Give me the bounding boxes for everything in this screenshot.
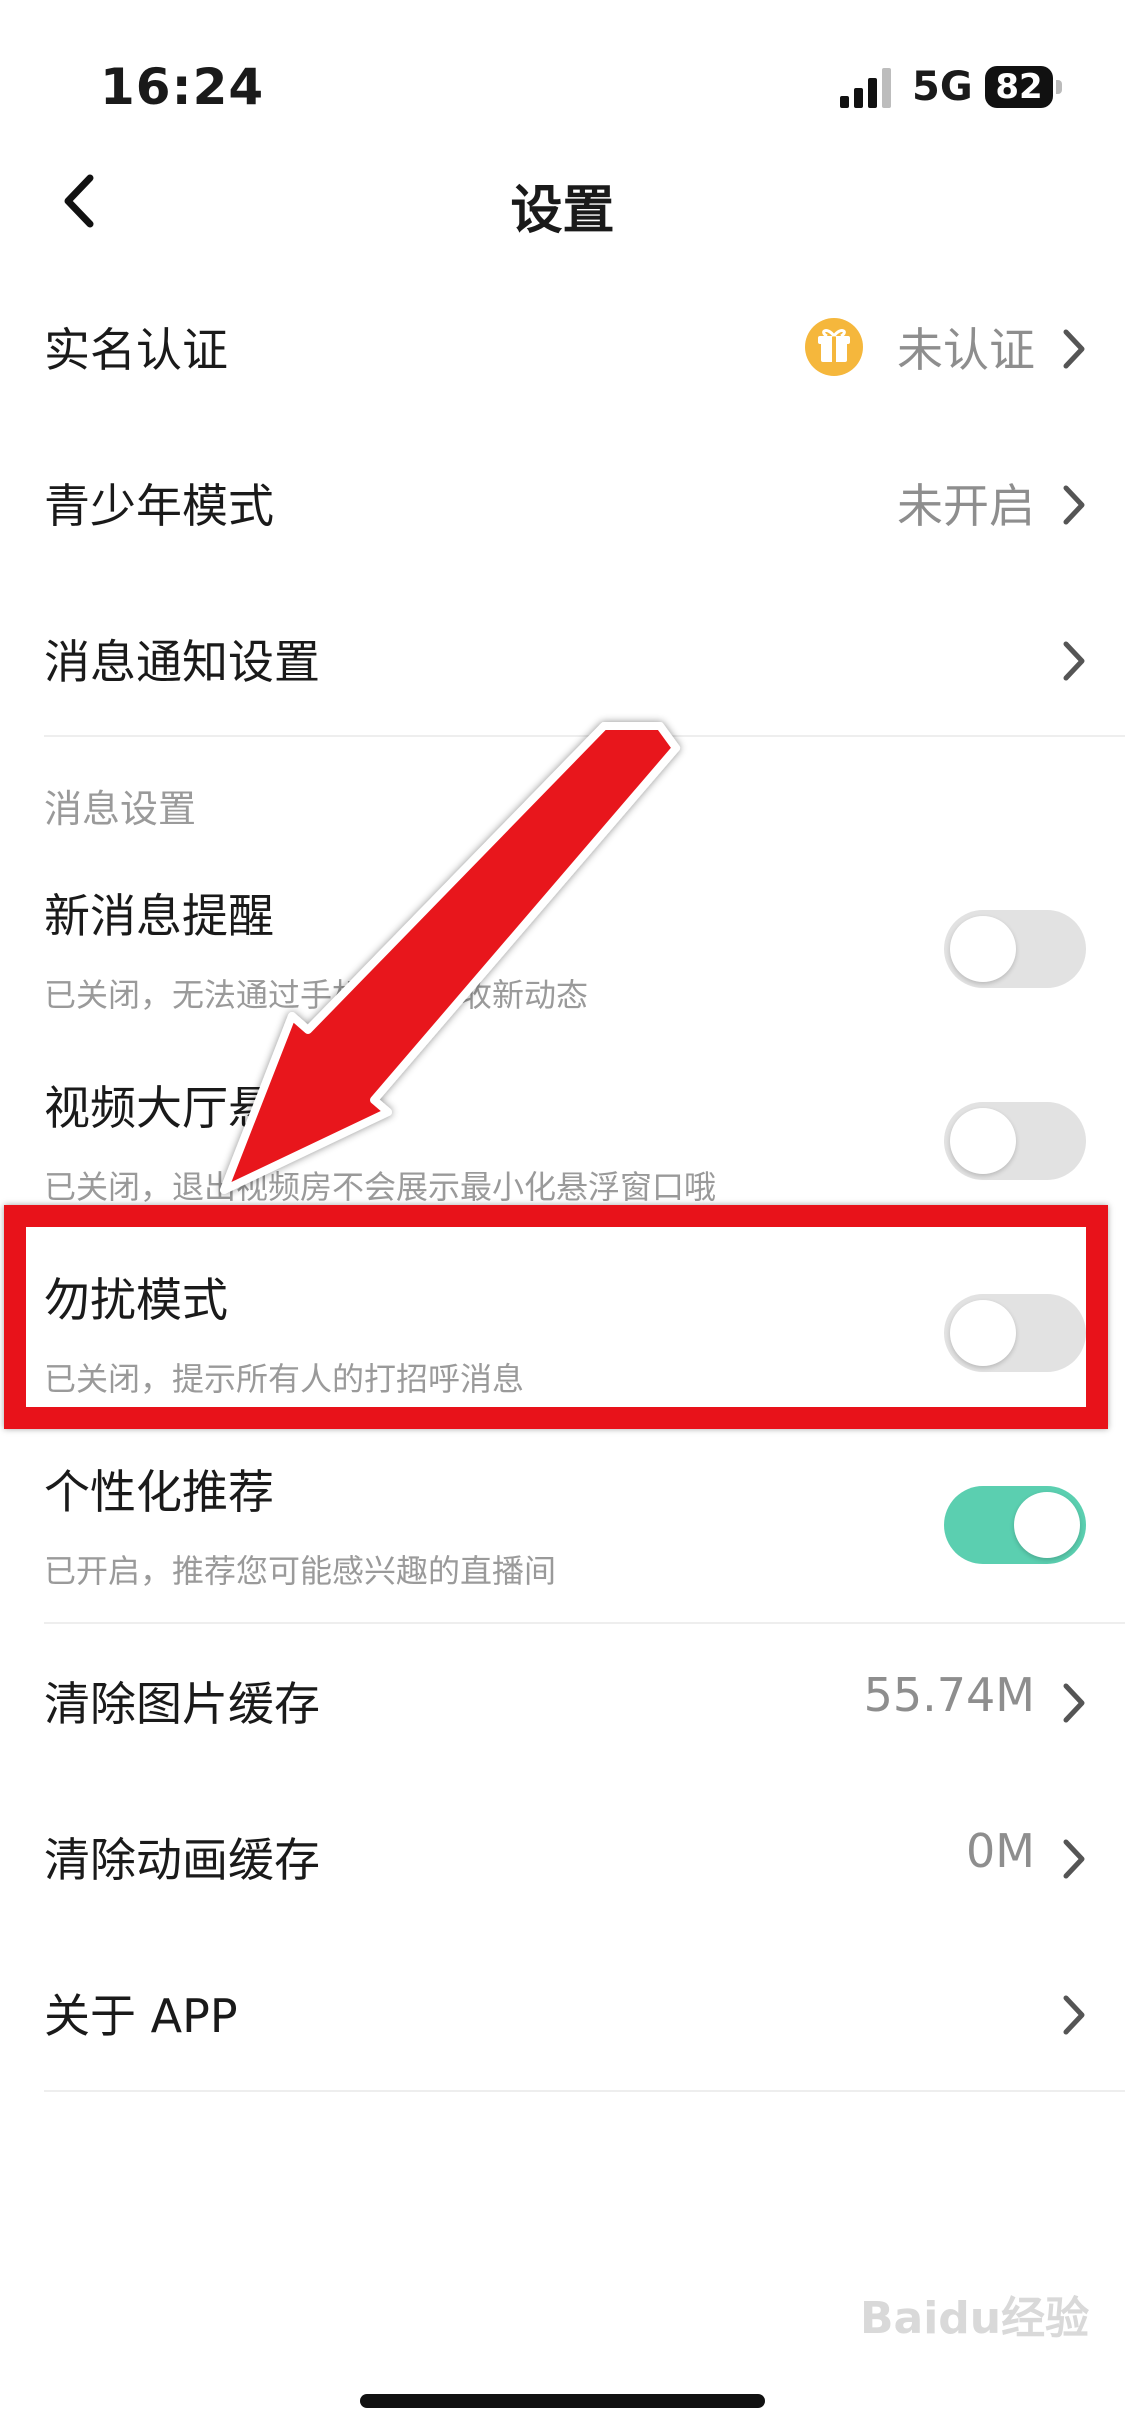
personalized-recommend-item: 个性化推荐 已开启，推荐您可能感兴趣的直播间	[0, 1446, 1125, 1606]
clear-image-cache-row[interactable]: 清除图片缓存 55.74M	[0, 1644, 1125, 1759]
chevron-right-icon	[1063, 1995, 1085, 2035]
chevron-right-icon	[1063, 485, 1085, 525]
network-type: 5G	[912, 64, 973, 110]
about-app-row[interactable]: 关于 APP	[0, 1956, 1125, 2071]
gift-icon	[805, 318, 863, 376]
notification-settings-row[interactable]: 消息通知设置	[0, 602, 1125, 717]
new-message-alert-item: 新消息提醒 已关闭，无法通过手机通知接收新动态	[0, 870, 1125, 1030]
clear-animation-cache-label: 清除动画缓存	[44, 1833, 320, 1887]
battery-level: 82	[985, 66, 1053, 108]
real-name-label: 实名认证	[44, 323, 228, 377]
chevron-right-icon	[1063, 641, 1085, 681]
setting-label: 视频大厅悬浮窗	[44, 1081, 366, 1135]
divider	[44, 1622, 1125, 1624]
cellular-signal-icon	[840, 68, 891, 108]
watermark: Baidu经验	[860, 2293, 1090, 2344]
teen-mode-label: 青少年模式	[44, 479, 274, 533]
clear-image-cache-label: 清除图片缓存	[44, 1677, 320, 1731]
chevron-left-icon[interactable]	[52, 166, 112, 236]
real-name-status: 未认证	[897, 323, 1035, 377]
about-app-label: 关于 APP	[44, 1989, 238, 2043]
real-name-row[interactable]: 实名认证 未认证	[0, 290, 1125, 405]
chevron-right-icon	[1063, 1839, 1085, 1879]
video-hall-float-item: 视频大厅悬浮窗 已关闭，退出视频房不会展示最小化悬浮窗口哦	[0, 1062, 1125, 1222]
home-indicator[interactable]	[360, 2394, 765, 2408]
page-title: 设置	[510, 181, 615, 241]
setting-label: 新消息提醒	[44, 889, 274, 943]
video-hall-float-toggle[interactable]	[944, 1102, 1086, 1180]
notification-settings-label: 消息通知设置	[44, 635, 320, 689]
teen-mode-status: 未开启	[897, 479, 1035, 533]
chevron-right-icon	[1063, 1683, 1085, 1723]
teen-mode-row[interactable]: 青少年模式 未开启	[0, 446, 1125, 561]
battery-icon: 82	[985, 66, 1065, 110]
divider	[44, 735, 1125, 737]
setting-description: 已开启，推荐您可能感兴趣的直播间	[44, 1552, 557, 1590]
clear-animation-cache-row[interactable]: 清除动画缓存 0M	[0, 1800, 1125, 1915]
section-title: 消息设置	[44, 787, 197, 831]
animation-cache-size: 0M	[966, 1824, 1035, 1878]
divider	[44, 2090, 1125, 2092]
image-cache-size: 55.74M	[863, 1668, 1035, 1722]
setting-description: 已关闭，无法通过手机通知接收新动态	[44, 976, 589, 1014]
new-message-alert-toggle[interactable]	[944, 910, 1086, 988]
chevron-right-icon	[1063, 329, 1085, 369]
status-time: 16:24	[100, 58, 265, 116]
setting-description: 已关闭，退出视频房不会展示最小化悬浮窗口哦	[44, 1168, 717, 1206]
personalized-recommend-toggle[interactable]	[944, 1486, 1086, 1564]
annotation-highlight-box	[4, 1205, 1108, 1429]
setting-label: 个性化推荐	[44, 1465, 274, 1519]
